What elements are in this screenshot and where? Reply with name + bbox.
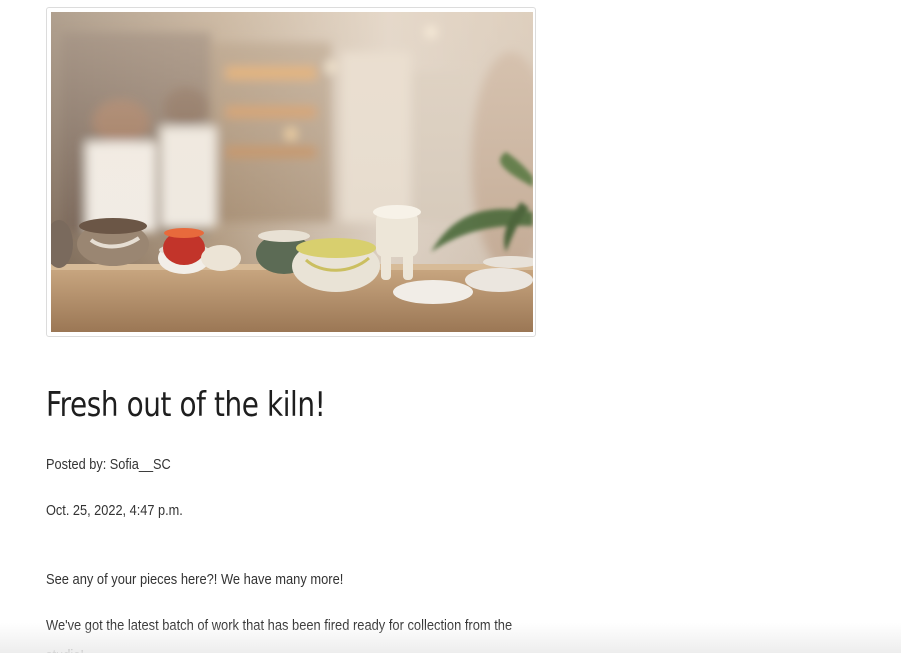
- post-image-frame: [46, 7, 536, 337]
- post-image: [51, 12, 533, 332]
- post-title: Fresh out of the kiln!: [46, 385, 326, 425]
- blog-post: Fresh out of the kiln! Posted by: Sofia_…: [46, 7, 538, 653]
- post-paragraph: See any of your pieces here?! We have ma…: [46, 571, 344, 588]
- page: Fresh out of the kiln! Posted by: Sofia_…: [0, 0, 901, 653]
- post-paragraph: We've got the latest batch of work that …: [46, 617, 513, 653]
- post-author: Posted by: Sofia__SC: [46, 456, 171, 473]
- post-date: Oct. 25, 2022, 4:47 p.m.: [46, 502, 183, 519]
